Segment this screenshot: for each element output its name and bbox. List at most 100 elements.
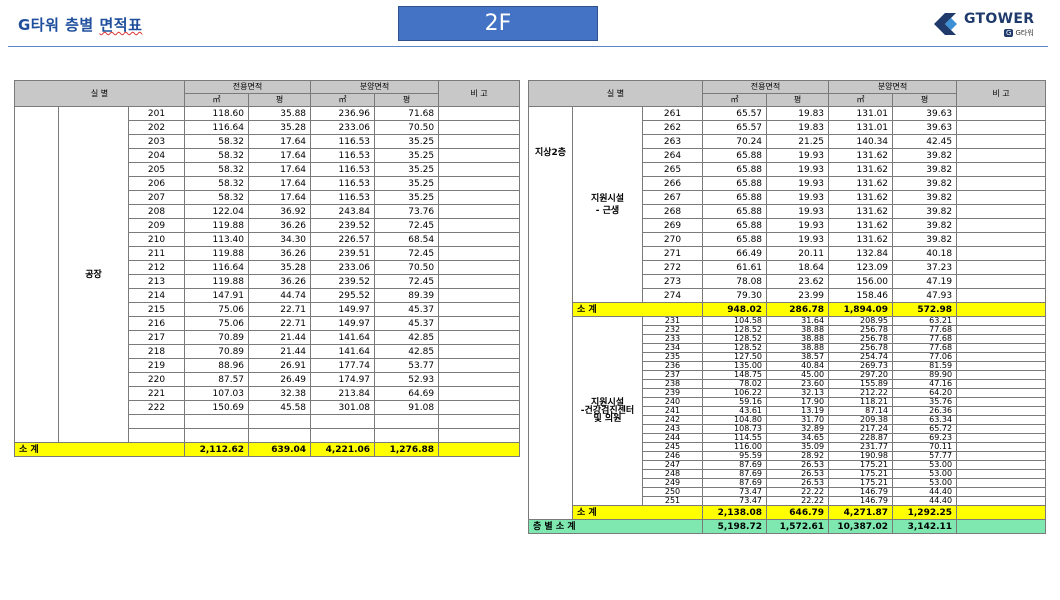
table-cell: 212.22 <box>828 388 894 398</box>
table-cell: 40.18 <box>892 246 958 261</box>
table-cell: 58.32 <box>184 162 250 177</box>
table-cell <box>956 469 1047 479</box>
table-cell <box>438 232 521 247</box>
table-cell <box>438 414 521 429</box>
table-cell: 131.01 <box>828 120 894 135</box>
table-cell: 249 <box>641 478 704 488</box>
group-label-retail: 지원시설 - 근생 <box>572 106 643 303</box>
table-cell: 131.62 <box>828 204 894 219</box>
table-cell: 38.88 <box>766 334 830 344</box>
table-cell: 35.25 <box>374 176 440 191</box>
table-cell: 36.26 <box>248 218 312 233</box>
table-cell: 5,198.72 <box>702 519 768 534</box>
table-cell <box>956 190 1047 205</box>
table-cell: 26.53 <box>766 460 830 470</box>
group-label-clinic: 지원시설 -건강검진센터 및 의원 <box>572 316 643 506</box>
table-cell: 75.06 <box>184 316 250 331</box>
table-cell: 17.90 <box>766 397 830 407</box>
table-cell <box>956 370 1047 380</box>
table-cell: 26.53 <box>766 478 830 488</box>
table-cell: 64.69 <box>374 386 440 401</box>
col-note-header: 비 고 <box>438 80 521 107</box>
table-cell <box>956 415 1047 425</box>
unit-m2: ㎡ <box>828 93 894 107</box>
table-cell: 17.64 <box>248 148 312 163</box>
table-cell: 263 <box>641 134 704 149</box>
table-cell: 177.74 <box>310 358 376 373</box>
table-cell: 35.09 <box>766 442 830 452</box>
table-cell: 22.71 <box>248 316 312 331</box>
table-cell <box>438 148 521 163</box>
table-cell <box>438 302 521 317</box>
table-cell: 274 <box>641 288 704 303</box>
table-cell <box>248 414 312 429</box>
table-row: 공장 201 118.60 35.88 236.96 71.68 <box>14 106 521 443</box>
table-cell <box>956 343 1047 353</box>
table-cell: 20.11 <box>766 246 830 261</box>
table-cell: 35.76 <box>892 397 958 407</box>
table-cell: 65.88 <box>702 148 768 163</box>
table-cell: 572.98 <box>892 302 958 317</box>
table-cell: 204 <box>127 148 186 163</box>
table-cell <box>956 260 1047 275</box>
table-cell <box>956 134 1047 149</box>
table-cell: 217.24 <box>828 424 894 434</box>
table-cell: 266 <box>641 176 704 191</box>
table-cell: 13.19 <box>766 406 830 416</box>
table-cell: 70.11 <box>892 442 958 452</box>
table-cell: 35.25 <box>374 134 440 149</box>
table-cell <box>956 246 1047 261</box>
table-cell: 47.16 <box>892 379 958 389</box>
table-cell: 147.91 <box>184 288 250 303</box>
table-cell <box>438 386 521 401</box>
table-cell: 38.88 <box>766 343 830 353</box>
table-cell: 286.78 <box>766 302 830 317</box>
table-cell: 1,276.88 <box>374 442 440 457</box>
table-cell: 72.45 <box>374 274 440 289</box>
table-cell <box>956 218 1047 233</box>
table-cell: 108.73 <box>702 424 768 434</box>
table-cell: 65.88 <box>702 176 768 191</box>
table-cell: 72.45 <box>374 246 440 261</box>
table-cell: 208.95 <box>828 316 894 326</box>
col-sale-header: 분양면적 <box>310 80 440 94</box>
table-cell: 221 <box>127 386 186 401</box>
table-cell <box>438 428 521 443</box>
table-cell: 39.82 <box>892 148 958 163</box>
floor-label: 지상2층 <box>528 106 573 520</box>
table-cell: 116.64 <box>184 120 250 135</box>
floor-badge: 2F <box>398 6 598 41</box>
table-cell <box>956 352 1047 362</box>
table-cell: 47.93 <box>892 288 958 303</box>
table-cell: 239.52 <box>310 218 376 233</box>
table-cell: 140.34 <box>828 134 894 149</box>
table-cell: 32.38 <box>248 386 312 401</box>
table-cell <box>438 372 521 387</box>
table-cell: 53.00 <box>892 460 958 470</box>
table-cell: 19.93 <box>766 204 830 219</box>
table-cell: 75.06 <box>184 302 250 317</box>
table-cell: 235 <box>641 352 704 362</box>
table-cell: 119.88 <box>184 246 250 261</box>
table-cell: 40.84 <box>766 361 830 371</box>
table-cell <box>438 288 521 303</box>
table-cell: 256.78 <box>828 325 894 335</box>
table-cell <box>438 176 521 191</box>
table-cell <box>956 442 1047 452</box>
table-cell: 261 <box>641 106 704 121</box>
table-cell <box>438 274 521 289</box>
table-cell <box>956 478 1047 488</box>
table-cell: 131.62 <box>828 218 894 233</box>
floor-total-label: 층 별 소 계 <box>527 519 704 534</box>
table-cell <box>956 302 1047 317</box>
table-cell: 42.85 <box>374 330 440 345</box>
table-cell: 222 <box>127 400 186 415</box>
table-cell: 89.90 <box>892 370 958 380</box>
table-cell: 19.93 <box>766 218 830 233</box>
table-cell <box>14 106 59 443</box>
table-cell <box>438 246 521 261</box>
table-cell: 246 <box>641 451 704 461</box>
table-cell: 116.53 <box>310 134 376 149</box>
table-cell: 267 <box>641 190 704 205</box>
table-cell: 77.68 <box>892 343 958 353</box>
